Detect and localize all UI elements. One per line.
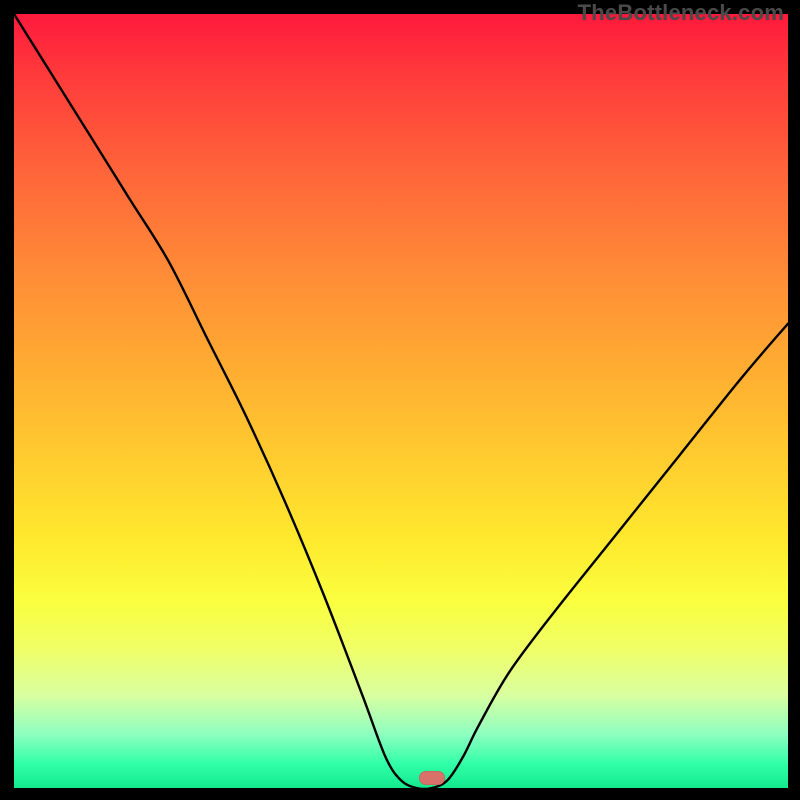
- watermark-text: TheBottleneck.com: [578, 0, 784, 26]
- plot-area: [14, 14, 788, 788]
- chart-frame: TheBottleneck.com: [0, 0, 800, 800]
- optimum-marker: [419, 771, 445, 785]
- bottleneck-curve: [14, 14, 788, 788]
